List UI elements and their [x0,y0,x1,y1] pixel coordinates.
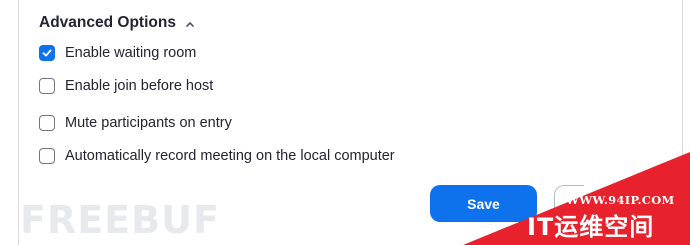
mute-participants-checkbox[interactable] [39,115,55,131]
option-enable-waiting-room[interactable]: Enable waiting room [39,45,196,61]
checkmark-icon [42,49,52,57]
watermark-cn-text: IT运维空间 [527,213,655,241]
option-label: Automatically record meeting on the loca… [65,148,395,164]
option-enable-join-before-host[interactable]: Enable join before host [39,78,213,94]
dialog-left-border [0,0,19,245]
waiting-room-checkbox[interactable] [39,45,55,61]
option-label: Enable waiting room [65,45,197,61]
chevron-up-icon[interactable] [184,18,196,30]
option-mute-participants[interactable]: Mute participants on entry [39,115,232,131]
option-label: Enable join before host [65,78,214,94]
save-button[interactable]: Save [430,185,537,222]
auto-record-checkbox[interactable] [39,148,55,164]
advanced-options-header[interactable]: Advanced Options [39,14,196,32]
option-auto-record-local[interactable]: Automatically record meeting on the loca… [39,148,395,164]
join-before-host-checkbox[interactable] [39,78,55,94]
option-label: Mute participants on entry [65,115,232,131]
section-title: Advanced Options [39,14,176,31]
freebuf-watermark: FREEBUF [20,198,220,242]
watermark-url: WWW.94IP.COM [566,193,675,207]
